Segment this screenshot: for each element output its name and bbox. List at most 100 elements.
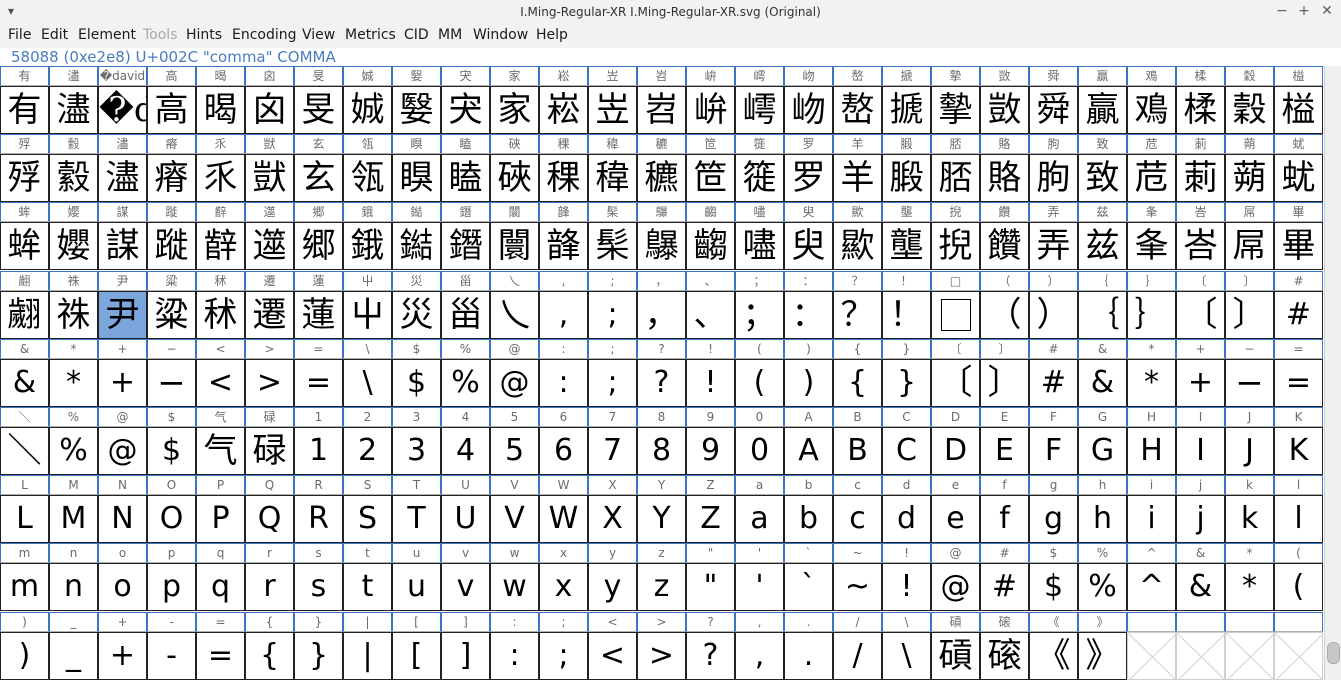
minimize-icon[interactable]: − — [1273, 3, 1291, 19]
glyph-cell[interactable]: B — [833, 427, 882, 475]
glyph-cell[interactable]: o — [98, 563, 147, 611]
glyph-cell[interactable]: 翽 — [0, 291, 49, 339]
glyph-cell[interactable]: 气 — [196, 427, 245, 475]
menu-encoding[interactable]: Encoding — [232, 27, 297, 43]
glyph-cell[interactable]: n — [49, 563, 98, 611]
glyph-cell[interactable]: 兹 — [1078, 222, 1127, 270]
glyph-cell[interactable]: ~ — [833, 563, 882, 611]
glyph-cell[interactable]: { — [833, 359, 882, 407]
glyph-cell[interactable]: g — [1029, 495, 1078, 543]
glyph-cell[interactable]: i — [1127, 495, 1176, 543]
selected-glyph-cell[interactable]: 尹 — [98, 291, 147, 339]
glyph-cell[interactable]: 韸 — [539, 222, 588, 270]
glyph-cell[interactable]: s — [294, 563, 343, 611]
glyph-cell[interactable]: 遾 — [245, 222, 294, 270]
glyph-cell[interactable]: @ — [490, 359, 539, 407]
glyph-cell[interactable]: % — [49, 427, 98, 475]
glyph-cell[interactable]: ! — [882, 563, 931, 611]
glyph-cell[interactable]: 乑 — [196, 154, 245, 202]
glyph-cell[interactable]: ' — [735, 563, 784, 611]
glyph-cell[interactable]: ! — [686, 359, 735, 407]
glyph-cell[interactable]: 歞 — [833, 222, 882, 270]
glyph-cell[interactable]: 屮 — [343, 291, 392, 339]
glyph-cell[interactable]: ) — [784, 359, 833, 407]
glyph-cell[interactable]: 縠 — [49, 154, 98, 202]
glyph-cell[interactable]: Z — [686, 495, 735, 543]
glyph-cell[interactable]: # — [980, 563, 1029, 611]
glyph-cell[interactable]: ( — [1274, 563, 1323, 611]
glyph-cell[interactable]: < — [196, 359, 245, 407]
glyph-cell[interactable]: 《 — [1029, 632, 1078, 680]
glyph-cell[interactable]: 稦 — [588, 154, 637, 202]
glyph-cell[interactable]: 謀 — [98, 222, 147, 270]
glyph-cell[interactable]: 高 — [147, 86, 196, 134]
glyph-cell[interactable]: 朐 — [1029, 154, 1078, 202]
glyph-cell[interactable]: $ — [147, 427, 196, 475]
glyph-cell[interactable]: [ — [392, 632, 441, 680]
empty-glyph-cell[interactable] — [1127, 632, 1176, 680]
menu-help[interactable]: Help — [536, 27, 568, 43]
glyph-cell[interactable]: 罗 — [784, 154, 833, 202]
menu-tools[interactable]: Tools — [143, 27, 178, 43]
glyph-cell[interactable]: " — [686, 563, 735, 611]
glyph-cell[interactable]: 嚍 — [735, 222, 784, 270]
glyph-cell[interactable]: 碽 — [931, 632, 980, 680]
glyph-cell[interactable]: 8 — [637, 427, 686, 475]
glyph-cell[interactable]: * — [49, 359, 98, 407]
glyph-cell[interactable]: 稞 — [539, 154, 588, 202]
glyph-cell[interactable]: 0 — [735, 427, 784, 475]
glyph-cell[interactable]: y — [588, 563, 637, 611]
glyph-cell[interactable]: ] — [441, 632, 490, 680]
glyph-cell[interactable]: 〔 — [931, 359, 980, 407]
glyph-cell[interactable]: N — [98, 495, 147, 543]
glyph-cell[interactable]: 饡 — [980, 222, 1029, 270]
glyph-cell[interactable]: 臾 — [784, 222, 833, 270]
glyph-cell[interactable]: ＼ — [0, 427, 49, 475]
glyph-cell[interactable]: / — [833, 632, 882, 680]
glyph-cell[interactable]: + — [98, 632, 147, 680]
glyph-cell[interactable]: > — [245, 359, 294, 407]
glyph-cell[interactable]: 旻 — [294, 86, 343, 134]
glyph-cell[interactable]: ` — [784, 563, 833, 611]
glyph-cell[interactable]: % — [441, 359, 490, 407]
glyph-cell[interactable]: - — [147, 632, 196, 680]
glyph-cell[interactable]: 〔 — [1176, 291, 1225, 339]
glyph-cell[interactable]: 磙 — [980, 632, 1029, 680]
glyph-cell[interactable]: { — [245, 632, 294, 680]
glyph-cell[interactable]: ( — [735, 359, 784, 407]
glyph-cell[interactable]: J — [1225, 427, 1274, 475]
glyph-cell[interactable]: 岦 — [588, 86, 637, 134]
glyph-cell[interactable]: & — [1176, 563, 1225, 611]
glyph-cell[interactable]: ; — [588, 291, 637, 339]
glyph-cell[interactable]: 敳 — [980, 86, 1029, 134]
glyph-cell[interactable]: k — [1225, 495, 1274, 543]
empty-glyph-cell[interactable] — [1225, 632, 1274, 680]
glyph-cell[interactable]: E — [980, 427, 1029, 475]
glyph-cell[interactable]: 郷 — [294, 222, 343, 270]
glyph-cell[interactable]: 濜 — [98, 154, 147, 202]
glyph-cell[interactable]: Q — [245, 495, 294, 543]
close-icon[interactable]: ✕ — [1318, 3, 1336, 19]
glyph-cell[interactable]: 災 — [392, 291, 441, 339]
glyph-cell[interactable]: 2 — [343, 427, 392, 475]
glyph-cell[interactable]: 髤 — [588, 222, 637, 270]
glyph-cell[interactable]: 孆 — [49, 222, 98, 270]
glyph-cell[interactable]: I — [1176, 427, 1225, 475]
glyph-cell[interactable]: ) — [0, 632, 49, 680]
glyph-cell[interactable]: W — [539, 495, 588, 543]
menu-cid[interactable]: CID — [404, 27, 429, 43]
glyph-cell[interactable]: 闤 — [490, 222, 539, 270]
glyph-cell[interactable]: # — [1274, 291, 1323, 339]
glyph-cell[interactable]: z — [637, 563, 686, 611]
glyph-cell[interactable]: , — [539, 291, 588, 339]
glyph-cell[interactable]: = — [1274, 359, 1323, 407]
glyph-cell[interactable]: P — [196, 495, 245, 543]
glyph-cell[interactable]: C — [882, 427, 931, 475]
glyph-cell[interactable]: d — [882, 495, 931, 543]
glyph-cell[interactable]: 鸔 — [637, 222, 686, 270]
menu-metrics[interactable]: Metrics — [345, 27, 396, 43]
glyph-cell[interactable]: 壟 — [882, 222, 931, 270]
glyph-cell[interactable]: 9 — [686, 427, 735, 475]
glyph-cell[interactable]: } — [882, 359, 931, 407]
glyph-cell[interactable]: 蓮 — [294, 291, 343, 339]
